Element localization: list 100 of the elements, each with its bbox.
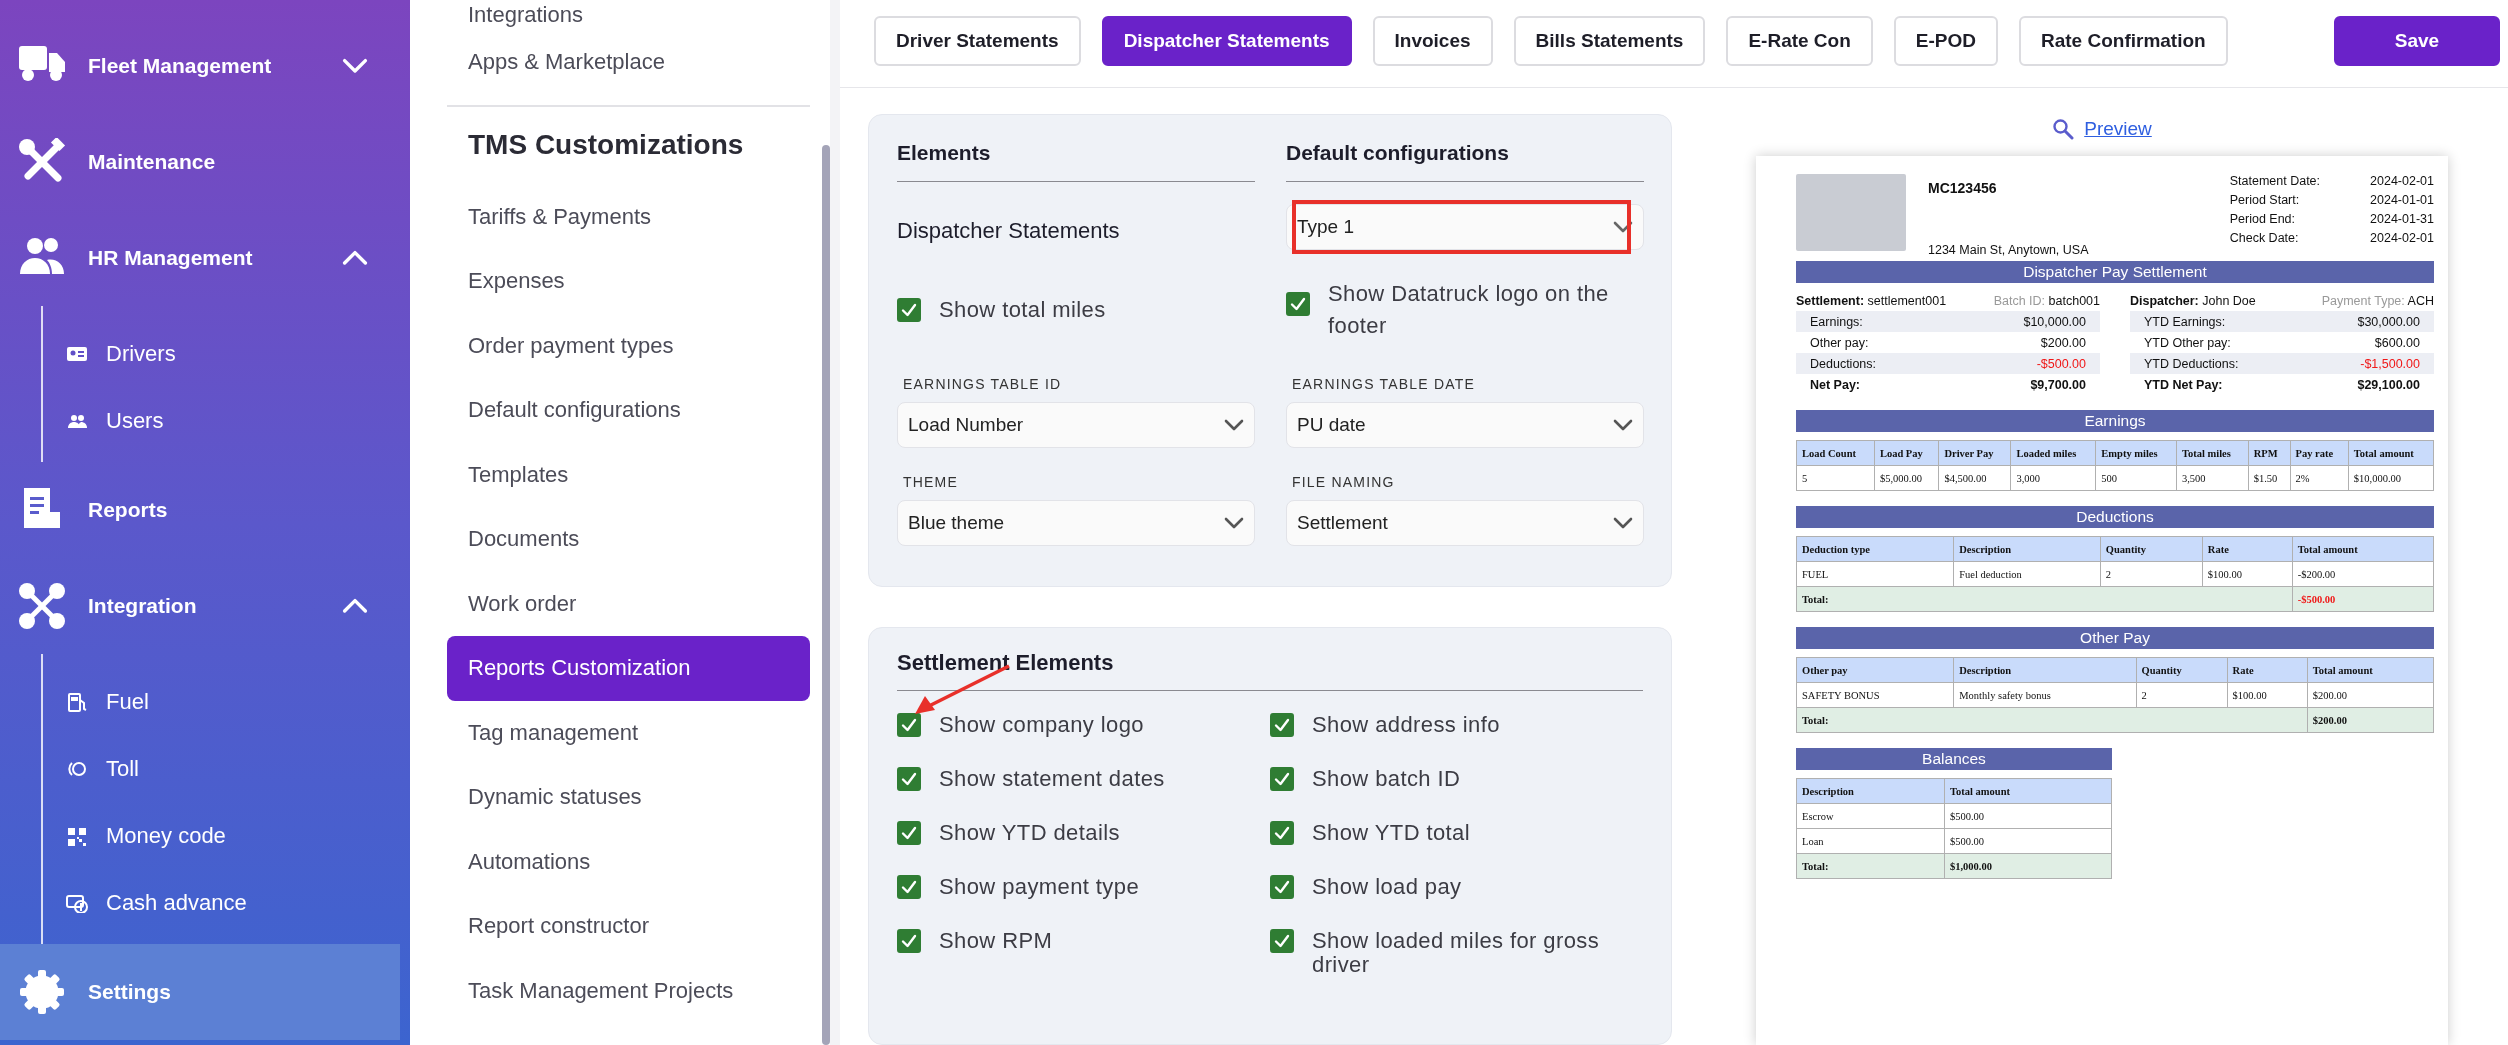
table-cell: 2% bbox=[2290, 465, 2349, 491]
sidebar-subitem[interactable]: Cash advance bbox=[43, 869, 410, 936]
sidebar-item[interactable]: Maintenance bbox=[0, 114, 400, 210]
table-cell: 3,000 bbox=[2010, 465, 2096, 491]
table-cell: 2 bbox=[2100, 561, 2203, 587]
checkbox-label: Show payment type bbox=[939, 875, 1140, 899]
tab[interactable]: Dispatcher Statements bbox=[1101, 15, 1352, 66]
dropdown[interactable]: Load Number bbox=[897, 402, 1255, 448]
table-cell: $500.00 bbox=[1944, 828, 2112, 854]
column-header: Description bbox=[1953, 657, 2136, 683]
table-title: Deductions bbox=[1796, 506, 2434, 528]
column-header: Pay rate bbox=[2290, 440, 2349, 466]
column-header: Total amount bbox=[2307, 657, 2434, 683]
table-cell: -$200.00 bbox=[2292, 561, 2434, 587]
column-header: Default configurations bbox=[1286, 141, 1644, 182]
table-cell: Fuel deduction bbox=[1953, 561, 2101, 587]
summary-value: $10,000.00 bbox=[2023, 314, 2086, 329]
menu-item[interactable]: Documents bbox=[447, 507, 810, 572]
column-header: Description bbox=[1796, 778, 1945, 804]
column-header: Total amount bbox=[2292, 536, 2434, 562]
column-header: Rate bbox=[2202, 536, 2293, 562]
checkbox-label: Show statement dates bbox=[939, 767, 1165, 791]
checkbox-label: Show load pay bbox=[1312, 875, 1462, 899]
sidebar-item[interactable]: Settings bbox=[0, 944, 400, 1040]
sidebar-subitem[interactable]: Drivers bbox=[43, 320, 410, 387]
info-label: Payment Type: bbox=[2321, 294, 2405, 308]
preview-link[interactable]: Preview bbox=[2084, 118, 2152, 140]
menu-item[interactable]: Work order bbox=[447, 571, 810, 636]
column-header: Loaded miles bbox=[2010, 440, 2096, 466]
table-cell: $100.00 bbox=[2202, 561, 2293, 587]
table-cell: 500 bbox=[2095, 465, 2177, 491]
menu-item[interactable]: Report constructor bbox=[447, 894, 810, 959]
date-value: 2024-02-01 bbox=[2370, 174, 2434, 188]
info-label: Batch ID: bbox=[1993, 294, 2046, 308]
menu-item[interactable]: Tag management bbox=[447, 700, 810, 765]
table-cell: $1.50 bbox=[2248, 465, 2291, 491]
sidebar-subitem[interactable]: Users bbox=[43, 387, 410, 454]
tab[interactable]: Bills Statements bbox=[1513, 15, 1706, 66]
table-cell: $200.00 bbox=[2307, 682, 2434, 708]
tab[interactable]: Rate Confirmation bbox=[2019, 15, 2228, 66]
date-value: 2024-01-31 bbox=[2370, 212, 2434, 226]
checkbox-label: Show loaded miles for gross driver bbox=[1312, 929, 1601, 977]
menu-item[interactable]: Task Management Projects bbox=[447, 958, 810, 1023]
date-label: Check Date: bbox=[2229, 231, 2300, 245]
table-cell: $10,000.00 bbox=[2348, 465, 2434, 491]
tab[interactable]: E-POD bbox=[1893, 15, 1998, 66]
sidebar-subitem[interactable]: Fuel bbox=[43, 668, 410, 735]
menu-item[interactable]: Default configurations bbox=[447, 378, 810, 443]
checkbox-label: Show company logo bbox=[939, 713, 1144, 737]
menu-item[interactable]: Integrations bbox=[447, 0, 810, 30]
section-title: TMS Customizations bbox=[467, 127, 745, 162]
table-cell: $5,000.00 bbox=[1874, 465, 1939, 491]
menu-item[interactable]: Reports Customization bbox=[447, 636, 810, 701]
summary-label: Other pay: bbox=[1810, 335, 1869, 350]
summary-label: YTD Deductions: bbox=[2144, 356, 2239, 371]
date-label: Period End: bbox=[2229, 212, 2297, 226]
sidebar-item[interactable]: HR Management bbox=[0, 210, 400, 306]
summary-value: -$500.00 bbox=[2036, 356, 2086, 371]
table-cell: 5 bbox=[1796, 465, 1875, 491]
sidebar-item[interactable]: Reports bbox=[0, 462, 400, 558]
field-label: FILE NAMING bbox=[1292, 474, 1396, 490]
menu-item[interactable]: Apps & Marketplace bbox=[447, 30, 810, 95]
sidebar-item[interactable]: Integration bbox=[0, 558, 400, 654]
field-label: EARNINGS TABLE ID bbox=[903, 376, 1063, 392]
save-button[interactable]: Save bbox=[2334, 15, 2500, 66]
table-cell: $500.00 bbox=[1944, 803, 2112, 829]
info-value: settlement001 bbox=[1867, 294, 1947, 308]
total-label: Total: bbox=[1796, 707, 2308, 733]
tab[interactable]: Driver Statements bbox=[874, 15, 1081, 66]
table-title: Other Pay bbox=[1796, 627, 2434, 649]
menu-item[interactable]: Dynamic statuses bbox=[447, 765, 810, 830]
checkbox-label: Show RPM bbox=[939, 929, 1053, 953]
menu-item[interactable]: Automations bbox=[447, 829, 810, 894]
column-header: Quantity bbox=[2136, 657, 2228, 683]
summary-label: YTD Net Pay: bbox=[2144, 377, 2223, 392]
column-header: Load Pay bbox=[1874, 440, 1939, 466]
document-title: Dispatcher Pay Settlement bbox=[1796, 261, 2434, 283]
column-header: Rate bbox=[2227, 657, 2308, 683]
sidebar-subitem[interactable]: Toll bbox=[43, 735, 410, 802]
menu-item[interactable]: Templates bbox=[447, 442, 810, 507]
sidebar-item[interactable]: Fleet Management bbox=[0, 18, 400, 114]
summary-value: $9,700.00 bbox=[2030, 377, 2086, 392]
dropdown[interactable]: Blue theme bbox=[897, 500, 1255, 546]
column-header: Quantity bbox=[2100, 536, 2203, 562]
total-value: -$500.00 bbox=[2292, 586, 2434, 612]
sidebar-subitem[interactable]: Money code bbox=[43, 802, 410, 869]
info-label: Dispatcher: bbox=[2130, 294, 2199, 308]
tab[interactable]: Invoices bbox=[1372, 15, 1493, 66]
dropdown[interactable]: Settlement bbox=[1286, 500, 1644, 546]
dropdown[interactable]: PU date bbox=[1286, 402, 1644, 448]
total-label: Total: bbox=[1796, 853, 1945, 879]
info-value: ACH bbox=[2407, 294, 2434, 308]
table-title: Earnings bbox=[1796, 410, 2434, 432]
menu-item[interactable]: Expenses bbox=[447, 249, 810, 314]
column-header: Other pay bbox=[1796, 657, 1954, 683]
table-cell: FUEL bbox=[1796, 561, 1954, 587]
tab[interactable]: E-Rate Con bbox=[1726, 15, 1873, 66]
menu-item[interactable]: Order payment types bbox=[447, 313, 810, 378]
table-cell: SAFETY BONUS bbox=[1796, 682, 1954, 708]
menu-item[interactable]: Tariffs & Payments bbox=[447, 184, 810, 249]
